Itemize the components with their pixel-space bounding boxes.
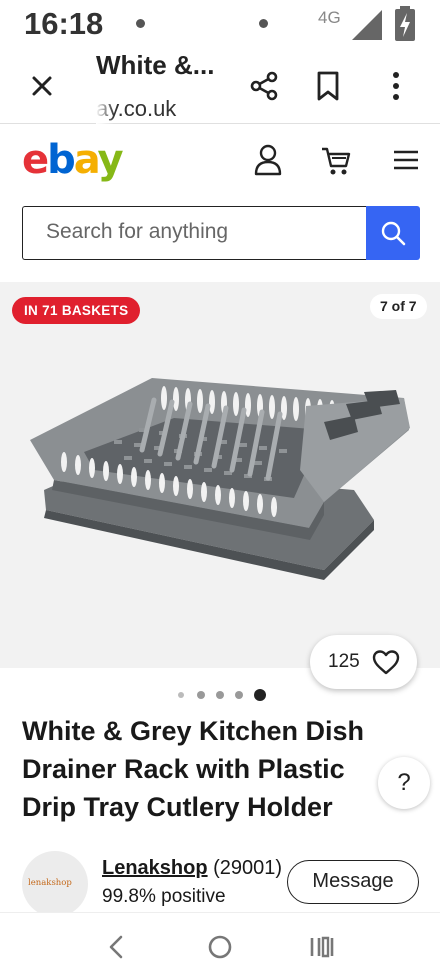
seller-feedback-count: (29001): [207, 857, 283, 879]
account-icon[interactable]: [253, 143, 283, 177]
search-icon: [381, 221, 406, 246]
network-type: 4G: [318, 8, 341, 27]
cart-icon[interactable]: [319, 143, 353, 177]
share-icon[interactable]: [248, 70, 280, 102]
recents-icon[interactable]: [309, 934, 335, 960]
search-button[interactable]: [366, 206, 420, 260]
pagination-dot[interactable]: [178, 692, 184, 698]
watchers-button[interactable]: 125: [310, 635, 417, 689]
pagination-dot[interactable]: [216, 691, 224, 699]
search-bar: Search for anything: [22, 206, 420, 260]
ebay-logo[interactable]: ebay: [22, 137, 124, 183]
signal-icon: [352, 10, 382, 40]
notification-dot-icon: [259, 19, 268, 28]
system-nav-bar: [0, 912, 440, 978]
product-image[interactable]: [24, 370, 414, 580]
seller-positive: 99.8% positive: [102, 886, 226, 907]
heart-icon: [372, 650, 400, 675]
back-icon[interactable]: [106, 934, 126, 960]
menu-icon[interactable]: [392, 143, 420, 177]
seller-name-link[interactable]: Lenakshop: [102, 857, 208, 879]
seller-info: Lenakshop (29001): [102, 857, 282, 880]
close-icon[interactable]: [28, 72, 56, 100]
battery-icon: [395, 6, 415, 41]
pagination-dot[interactable]: [197, 691, 205, 699]
search-input[interactable]: Search for anything: [22, 206, 366, 260]
page-title: White &...: [96, 50, 215, 80]
watch-count: 125: [328, 651, 360, 672]
pagination-dot[interactable]: [235, 691, 243, 699]
message-button[interactable]: Message: [287, 860, 419, 904]
site-header: ebay: [0, 125, 440, 197]
status-bar: 16:18 4G: [0, 0, 440, 48]
image-gallery[interactable]: IN 71 BASKETS 7 of 7: [0, 282, 440, 668]
notification-dot-icon: [136, 19, 145, 28]
item-title: White & Grey Kitchen Dish Drainer Rack w…: [22, 716, 365, 822]
help-button[interactable]: ?: [378, 757, 430, 809]
bookmark-icon[interactable]: [314, 70, 342, 102]
more-vertical-icon[interactable]: [386, 70, 406, 102]
browser-toolbar: White &... ay.co.uk: [0, 48, 440, 124]
baskets-badge: IN 71 BASKETS: [12, 297, 141, 324]
pagination-dot-active[interactable]: [254, 689, 266, 701]
status-time: 16:18: [24, 6, 104, 41]
home-icon[interactable]: [207, 934, 233, 960]
image-counter: 7 of 7: [370, 294, 427, 319]
seller-logo-text: lenakshop: [28, 878, 72, 888]
seller-avatar[interactable]: lenakshop: [22, 851, 88, 917]
image-pagination: [178, 689, 268, 701]
